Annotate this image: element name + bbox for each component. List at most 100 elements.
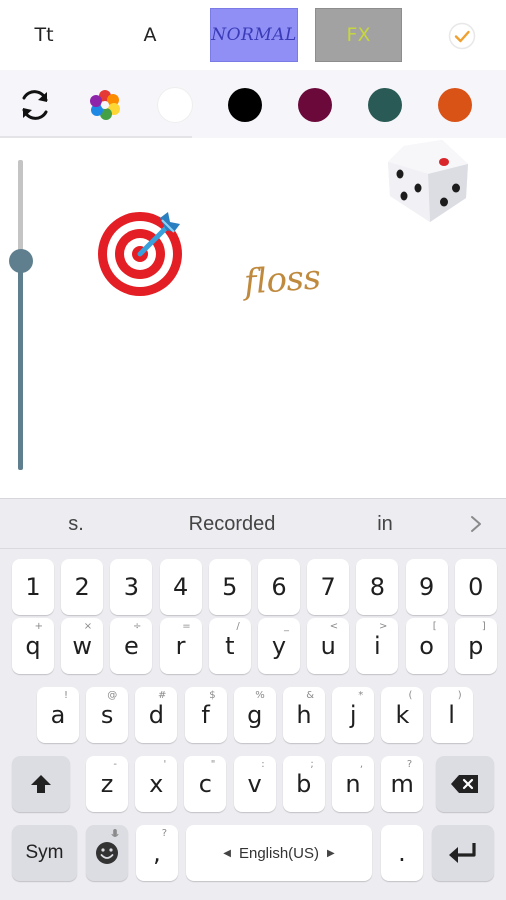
key-x[interactable]: x ' [135,756,178,812]
key-p[interactable]: p] [454,618,497,674]
key-label: n [345,770,361,798]
key-0[interactable]: 0 [454,559,497,615]
shift-key[interactable] [12,756,70,812]
sym-key[interactable]: Sym [12,825,77,881]
key-4[interactable]: 4 [159,559,202,615]
key-u[interactable]: u < [307,618,350,674]
key-label: f [201,701,210,729]
key-e[interactable]: e ÷ [110,618,153,674]
key-h[interactable]: h & [283,687,325,743]
key-8[interactable]: 8 [356,559,399,615]
key-secondary-label: / [236,621,240,632]
key-c[interactable]: c " [184,756,227,812]
font-button[interactable]: A [120,8,180,62]
text-style-label: Tt [34,24,54,46]
key-label: p [468,632,484,660]
key-secondary-label: % [255,690,265,701]
chevron-right-icon[interactable] [466,514,486,534]
refresh-button[interactable] [16,86,54,124]
key-q[interactable]: q + [12,618,54,674]
size-slider-track[interactable] [18,160,23,260]
text-style-button[interactable]: Tt [14,8,74,62]
key-9[interactable]: 9 [405,559,448,615]
enter-key[interactable] [432,825,494,881]
key-label: 7 [320,573,336,601]
color-swatch[interactable] [368,88,402,122]
emoji-icon [96,842,118,864]
color-swatch[interactable] [438,88,472,122]
key-i[interactable]: i > [356,618,399,674]
emoji-key[interactable] [86,825,128,881]
key-label: . [398,839,406,867]
key-a[interactable]: a! [37,687,79,743]
key-secondary-label: @ [107,690,118,701]
key-label: m [390,770,414,798]
confirm-button[interactable] [446,20,478,52]
normal-style-button[interactable]: NORMAL [210,8,298,62]
drawing-canvas[interactable]: floss [0,138,506,498]
size-slider-fill[interactable] [18,260,23,470]
key-7[interactable]: 7 [307,559,350,615]
key-1[interactable]: 1 [12,559,54,615]
key-label: Sym [25,842,64,863]
key-5[interactable]: 5 [208,559,251,615]
key-b[interactable]: b; [282,756,325,812]
key-v[interactable]: v: [233,756,276,812]
comma-key[interactable]: ,? [136,825,178,881]
key-secondary-label: > [379,621,388,632]
size-slider-thumb[interactable] [9,249,33,273]
key-t[interactable]: t / [208,618,251,674]
key-o[interactable]: o[ [405,618,448,674]
color-swatch[interactable] [228,88,262,122]
key-label: q [25,632,41,660]
key-secondary-label: $ [209,690,216,701]
font-label: A [143,24,157,46]
color-picker-row [0,70,506,138]
suggestion-bar: s. Recorded in [0,499,506,549]
suggestion-1[interactable]: s. [40,513,112,536]
key-j[interactable]: j * [332,687,375,743]
key-l[interactable]: l) [430,687,473,743]
key-g[interactable]: g% [233,687,276,743]
sticker-text[interactable]: floss [243,257,322,302]
key-label: y [271,632,287,660]
color-swatch[interactable] [298,88,332,122]
key-2[interactable]: 2 [61,559,104,615]
target-dart-icon [98,212,182,296]
key-secondary-label: # [158,690,167,701]
key-label: l [448,701,455,729]
key-w[interactable]: w × [61,618,104,674]
space-key[interactable]: ◀ English(US) ▶ [186,825,372,881]
key-secondary-label: ÷ [133,621,142,632]
key-label: 6 [271,573,287,601]
key-z[interactable]: z- [86,756,128,812]
dice-sticker[interactable] [382,138,472,228]
palette-button[interactable] [89,89,121,121]
key-label: u [320,632,336,660]
key-secondary-label: ! [63,690,68,701]
key-6[interactable]: 6 [258,559,300,615]
key-y[interactable]: y _ [258,618,300,674]
key-m[interactable]: m? [381,756,424,812]
key-d[interactable]: d # [135,687,178,743]
key-label: 2 [74,573,90,601]
key-secondary-label: + [34,621,43,632]
key-s[interactable]: s @ [86,687,129,743]
backspace-key[interactable] [436,756,494,812]
suggestion-2[interactable]: Recorded [160,513,304,536]
color-swatch[interactable] [158,88,192,122]
key-3[interactable]: 3 [110,559,153,615]
key-n[interactable]: n, [332,756,374,812]
key-f[interactable]: f $ [184,687,227,743]
key-secondary-label: ' [163,759,167,770]
key-label: v [247,770,262,798]
color-palette-icon [90,90,120,120]
target-sticker[interactable] [96,208,186,298]
key-r[interactable]: r = [159,618,202,674]
key-secondary-label: & [306,690,314,701]
suggestion-3[interactable]: in [350,513,420,536]
fx-button[interactable]: FX [315,8,402,62]
key-secondary-label: ( [408,690,413,701]
period-key[interactable]: . [381,825,423,881]
key-k[interactable]: k( [381,687,424,743]
